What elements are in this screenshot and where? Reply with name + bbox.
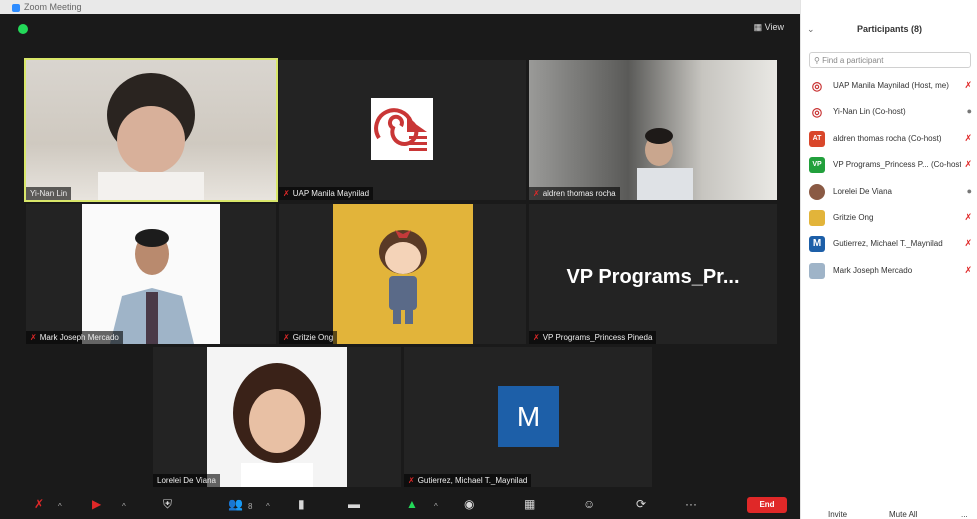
participant-row[interactable]: Lorelei De Viana ● (801, 180, 977, 206)
video-tile-yi-nan-lin[interactable]: Yi-Nan Lin (24, 58, 278, 202)
avatar-photo (809, 262, 825, 279)
tile-name-label: Yi-Nan Lin (26, 187, 72, 200)
participant-video (207, 347, 347, 487)
tile-name-label: ✗ aldren thomas rocha (529, 187, 620, 200)
reactions-icon[interactable]: ☺ (583, 497, 595, 511)
chat-icon[interactable]: ▬ (348, 497, 360, 511)
participant-row[interactable]: M Gutierrez, Michael T._Maynilad ✗ (801, 232, 977, 258)
participant-row[interactable]: AT aldren thomas rocha (Co-host) ✗ (801, 127, 977, 153)
title-bar: Zoom Meeting (0, 0, 800, 14)
participant-row[interactable]: ◎ Yi-Nan Lin (Co-host) ● (801, 100, 977, 126)
participant-video (82, 204, 220, 344)
participants-options-chevron-icon[interactable]: ^ (266, 500, 270, 514)
avatar-initials: VP (809, 157, 825, 174)
video-tile-vp-programs[interactable]: VP Programs_Pr... ✗ VP Programs_Princess … (529, 204, 777, 344)
mute-all-button[interactable]: Mute All (889, 510, 917, 519)
video-tile-lorelei[interactable]: Lorelei De Viana (153, 347, 401, 487)
uap-logo-icon: ◎ (809, 104, 825, 121)
security-shield-icon[interactable] (18, 24, 28, 34)
person-silhouette (233, 363, 321, 487)
mic-muted-icon: ✗ (283, 189, 290, 198)
participant-row[interactable]: VP VP Programs_Princess P... (Co-host) ✗ (801, 153, 977, 179)
chibi-girl-illustration (379, 230, 427, 324)
mic-on-icon[interactable]: ● (967, 106, 972, 116)
unmute-mic-icon[interactable]: ✗ (34, 497, 44, 511)
tile-name-label: ✗ Mark Joseph Mercado (26, 331, 123, 344)
share-screen-icon[interactable]: ▲ (406, 497, 418, 511)
participant-video (529, 60, 777, 200)
participant-avatar-image (333, 204, 473, 344)
uap-logo-graphic (374, 108, 427, 151)
grid-icon: ▦ (753, 22, 765, 32)
avatar-photo (809, 209, 825, 226)
mic-muted-icon[interactable]: ✗ (964, 133, 972, 144)
share-options-chevron-icon[interactable]: ^ (434, 500, 438, 514)
polls-icon[interactable]: ▮ (298, 497, 305, 511)
search-icon: ⚲ (814, 56, 823, 65)
mic-muted-icon: ✗ (533, 333, 540, 342)
mic-muted-icon: ✗ (408, 476, 415, 485)
uap-logo (371, 98, 433, 160)
person-silhouette (98, 73, 204, 200)
video-tile-uap-manila[interactable]: ✗ UAP Manila Maynilad (279, 60, 526, 200)
mic-muted-icon: ✗ (283, 333, 290, 342)
person-silhouette (637, 128, 693, 200)
tile-name-label: ✗ VP Programs_Princess Pineda (529, 331, 657, 344)
mic-on-icon[interactable]: ● (967, 186, 972, 196)
more-options-button[interactable]: ... (961, 510, 968, 519)
mic-muted-icon[interactable]: ✗ (964, 265, 972, 276)
avatar-photo (809, 183, 825, 200)
mic-muted-icon[interactable]: ✗ (964, 238, 972, 249)
video-tile-gutierrez[interactable]: M ✗ Gutierrez, Michael T._Maynilad (404, 347, 652, 487)
meeting-area: ▦ View Yi-Nan Lin ✗ UAP Manila Maynilad ✗… (0, 14, 800, 519)
avatar-initials: AT (809, 130, 825, 147)
zoom-logo-icon (12, 3, 20, 12)
tile-name-label: Lorelei De Viana (153, 474, 221, 487)
apps-icon[interactable]: ⟳ (636, 497, 646, 511)
audio-options-chevron-icon[interactable]: ^ (58, 500, 62, 514)
participant-row[interactable]: ◎ UAP Manila Maynilad (Host, me) ✗ (801, 74, 977, 100)
record-icon[interactable]: ◉ (464, 497, 474, 511)
tile-name-label: ✗ UAP Manila Maynilad (279, 187, 374, 200)
participant-list: ◎ UAP Manila Maynilad (Host, me) ✗ ◎ Yi-… (801, 74, 977, 285)
mic-muted-icon[interactable]: ✗ (964, 212, 972, 223)
view-button[interactable]: ▦ View (754, 22, 784, 33)
mic-muted-icon: ✗ (533, 189, 540, 198)
participants-count: 8 (248, 502, 253, 511)
security-icon[interactable]: ⛨ (163, 497, 172, 511)
more-icon[interactable]: ··· (685, 497, 697, 511)
avatar-letter-tile: M (498, 386, 559, 447)
person-silhouette (110, 229, 194, 344)
invite-button[interactable]: Invite (828, 510, 847, 519)
mic-muted-icon[interactable]: ✗ (964, 80, 972, 91)
uap-logo-icon: ◎ (809, 78, 825, 94)
video-tile-gritzie[interactable]: ✗ Gritzie Ong (279, 204, 526, 344)
avatar-initials: M (809, 236, 825, 253)
participants-panel: ⌄ Participants (8) ⚲ Find a participant … (800, 0, 977, 519)
video-options-chevron-icon[interactable]: ^ (122, 500, 126, 514)
participants-icon[interactable]: 👥 (228, 497, 243, 511)
participant-row[interactable]: Gritzie Ong ✗ (801, 206, 977, 232)
video-tile-mark-joseph[interactable]: ✗ Mark Joseph Mercado (26, 204, 276, 344)
participant-name-display: VP Programs_Pr... (566, 266, 740, 288)
panel-title: Participants (8) (856, 24, 923, 34)
mic-muted-icon[interactable]: ✗ (964, 159, 972, 170)
mic-muted-icon: ✗ (30, 333, 37, 342)
tile-name-label: ✗ Gritzie Ong (279, 331, 338, 344)
video-tile-aldren[interactable]: ✗ aldren thomas rocha (529, 60, 777, 200)
participant-search-input[interactable]: ⚲ Find a participant (809, 52, 971, 68)
participant-video (26, 60, 276, 200)
window-title: Zoom Meeting (24, 2, 82, 12)
participant-row[interactable]: Mark Joseph Mercado ✗ (801, 259, 977, 285)
breakout-rooms-icon[interactable]: ▦ (524, 497, 535, 511)
tile-name-label: ✗ Gutierrez, Michael T._Maynilad (404, 474, 532, 487)
end-meeting-button[interactable]: End (747, 497, 787, 513)
meeting-toolbar: ✗ ^ ▶ ^ ⛨ 👥 8 ^ ▮ ▬ ▲ ^ ◉ ▦ ☺ ⟳ ··· End (0, 489, 800, 519)
start-video-icon[interactable]: ▶ (92, 497, 101, 511)
